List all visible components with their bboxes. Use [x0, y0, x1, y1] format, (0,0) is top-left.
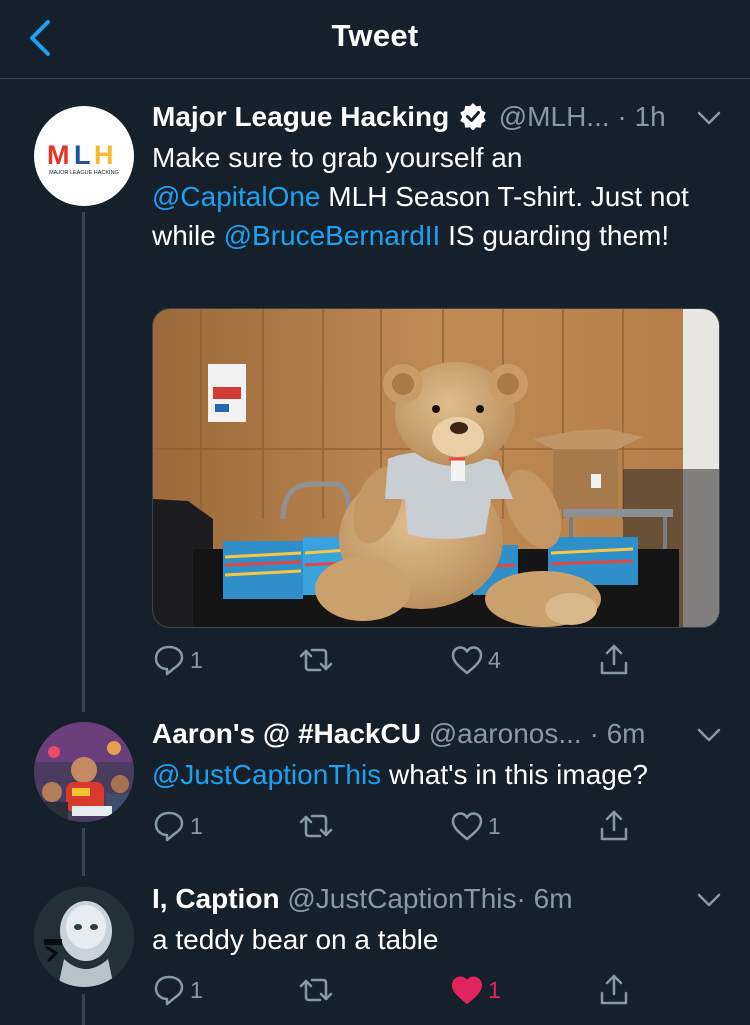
retweet-icon	[299, 978, 333, 1002]
tweet-text-part: Make sure to grab yourself an	[152, 142, 523, 173]
tweet-text: @JustCaptionThis what's in this image?	[152, 755, 722, 794]
tweet-text: Make sure to grab yourself an @CapitalOn…	[152, 138, 722, 255]
robot-avatar-icon	[34, 887, 134, 987]
timestamp[interactable]: · 6m	[589, 718, 645, 749]
share-icon	[600, 810, 628, 841]
tweet-actions: 1 4	[152, 642, 652, 682]
display-name[interactable]: I, Caption	[152, 883, 280, 914]
avatar[interactable]	[34, 887, 134, 987]
handle[interactable]: @JustCaptionThis	[287, 883, 516, 914]
reply-button[interactable]: 1	[152, 972, 203, 1008]
tweet-actions: 1 1	[152, 972, 652, 1012]
like-count: 1	[488, 812, 501, 839]
share-button[interactable]	[598, 808, 630, 844]
thread-line	[82, 994, 85, 1025]
tweet-text: a teddy bear on a table	[152, 924, 439, 955]
retweet-button[interactable]	[298, 642, 334, 678]
reply-button[interactable]: 1	[152, 642, 203, 678]
like-icon	[452, 976, 482, 1004]
mention-link[interactable]: @BruceBernardII	[224, 220, 441, 251]
reply-count: 1	[190, 646, 203, 673]
tweet-header: I, Caption @JustCaptionThis· 6m	[152, 883, 573, 915]
share-button[interactable]	[598, 972, 630, 1008]
reply-count: 1	[190, 812, 203, 839]
chevron-down-icon[interactable]	[696, 110, 722, 126]
mention-link[interactable]: @JustCaptionThis	[152, 759, 381, 790]
svg-text:L: L	[74, 140, 92, 170]
svg-text:MAJOR LEAGUE HACKING: MAJOR LEAGUE HACKING	[49, 170, 119, 176]
like-button[interactable]: 1	[450, 808, 501, 844]
display-name[interactable]: Aaron's @ #HackCU	[152, 718, 421, 749]
top-bar: Tweet	[0, 0, 750, 79]
thread-line	[82, 828, 85, 876]
page-title: Tweet	[331, 18, 419, 53]
tweet-photo[interactable]	[152, 308, 720, 628]
chevron-down-icon[interactable]	[696, 727, 722, 743]
user-photo-icon	[34, 722, 134, 822]
avatar[interactable]	[34, 722, 134, 822]
retweet-icon	[299, 814, 333, 838]
reply-icon	[154, 811, 184, 842]
reply-count: 1	[190, 976, 203, 1003]
tweet-actions: 1 1	[152, 808, 652, 848]
teddy-bear-photo	[153, 309, 719, 627]
svg-text:M: M	[47, 140, 71, 170]
tweet-header: Aaron's @ #HackCU @aaronos... · 6m	[152, 718, 645, 750]
like-button[interactable]: 4	[450, 642, 501, 678]
retweet-button[interactable]	[298, 808, 334, 844]
like-icon	[451, 646, 483, 675]
retweet-button[interactable]	[298, 972, 334, 1008]
tweet-header: Major League Hacking @MLH... · 1h	[152, 101, 666, 133]
like-icon	[451, 812, 483, 841]
handle[interactable]: @MLH...	[499, 101, 610, 132]
reply-button[interactable]: 1	[152, 808, 203, 844]
share-button[interactable]	[598, 642, 630, 678]
thread-line	[82, 212, 85, 712]
reply-icon	[154, 645, 184, 676]
verified-badge-icon	[460, 103, 486, 131]
chevron-down-icon[interactable]	[696, 892, 722, 908]
timestamp[interactable]: · 6m	[517, 883, 573, 914]
handle[interactable]: @aaronos...	[429, 718, 582, 749]
timestamp[interactable]: · 1h	[617, 101, 665, 132]
tweet-text-part: what's in this image?	[381, 759, 648, 790]
tweet-text-part: IS guarding them!	[440, 220, 670, 251]
share-icon	[600, 974, 628, 1005]
retweet-icon	[299, 648, 333, 672]
mlh-logo-icon: M L H MAJOR LEAGUE HACKING	[47, 140, 119, 176]
svg-text:H: H	[94, 140, 115, 170]
reply-icon	[154, 975, 184, 1006]
share-icon	[600, 644, 628, 675]
display-name[interactable]: Major League Hacking	[152, 101, 449, 132]
mention-link[interactable]: @CapitalOne	[152, 181, 321, 212]
like-button[interactable]: 1	[450, 972, 501, 1008]
like-count: 4	[488, 646, 501, 673]
like-count: 1	[488, 976, 501, 1003]
avatar[interactable]: M L H MAJOR LEAGUE HACKING	[34, 106, 134, 206]
